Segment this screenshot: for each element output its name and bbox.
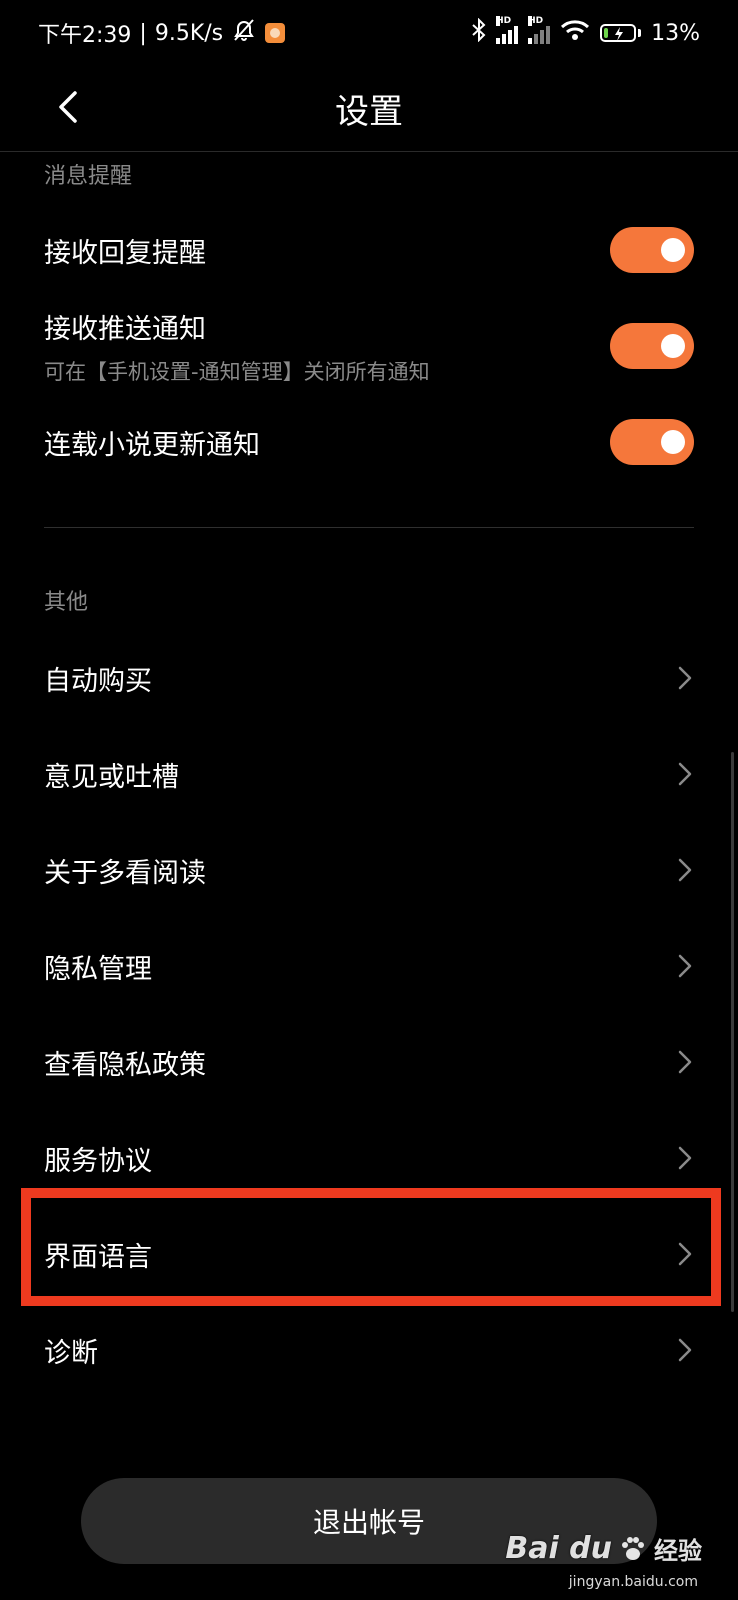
baidu-jingyan-watermark: Bai du 经验 xyxy=(505,1531,702,1566)
chevron-right-icon xyxy=(676,856,694,884)
setting-row-about[interactable]: 关于多看阅读 xyxy=(0,830,738,910)
row-label: 连载小说更新通知 xyxy=(44,429,260,461)
row-label: 查看隐私政策 xyxy=(44,1049,206,1081)
status-separator: | xyxy=(139,20,147,46)
toggle-knob xyxy=(661,238,685,262)
battery-tip xyxy=(638,29,642,37)
watermark-text: 经验 xyxy=(654,1537,702,1565)
wifi-icon xyxy=(560,19,590,47)
row-label: 服务协议 xyxy=(44,1145,152,1177)
watermark-url: jingyan.baidu.com xyxy=(568,1574,698,1590)
status-time: 下午2:39 xyxy=(38,23,132,48)
setting-row-push-notify: 接收推送通知 可在【手机设置-通知管理】关闭所有通知 xyxy=(0,306,738,386)
mute-alarm-icon xyxy=(231,18,257,48)
signal-2-hd-label: HD xyxy=(528,16,544,26)
row-sublabel: 可在【手机设置-通知管理】关闭所有通知 xyxy=(44,359,430,384)
chevron-right-icon xyxy=(676,1144,694,1172)
chevron-right-icon xyxy=(676,1336,694,1364)
row-label: 接收回复提醒 xyxy=(44,237,206,269)
setting-row-auto-buy[interactable]: 自动购买 xyxy=(0,638,738,718)
signal-1-icon: HD xyxy=(496,16,519,44)
section-divider xyxy=(44,527,694,528)
setting-row-feedback[interactable]: 意见或吐槽 xyxy=(0,734,738,814)
scrollbar-thumb[interactable] xyxy=(731,752,734,1312)
row-label: 接收推送通知 xyxy=(44,313,206,345)
chevron-right-icon xyxy=(676,1048,694,1076)
section-label-other: 其他 xyxy=(44,590,89,615)
watermark-brand: Bai du xyxy=(505,1531,612,1566)
setting-row-privacy-manage[interactable]: 隐私管理 xyxy=(0,926,738,1006)
status-left: 下午2:39 | 9.5K/s xyxy=(38,17,286,49)
row-label: 诊断 xyxy=(44,1337,98,1369)
status-bar: 下午2:39 | 9.5K/s HD HD 13% xyxy=(0,0,738,66)
toggle-knob xyxy=(661,334,685,358)
paw-logo-icon xyxy=(618,1534,648,1564)
signal-2-icon: HD xyxy=(528,16,551,44)
setting-row-serial-update: 连载小说更新通知 xyxy=(0,414,738,470)
row-label: 关于多看阅读 xyxy=(44,857,206,889)
status-right: HD HD 13% xyxy=(472,16,700,48)
battery-icon xyxy=(600,24,642,42)
row-label: 自动购买 xyxy=(44,665,152,697)
setting-row-privacy-policy[interactable]: 查看隐私政策 xyxy=(0,1022,738,1102)
battery-body xyxy=(600,24,637,42)
toggle-push-notify[interactable] xyxy=(610,323,694,369)
setting-row-reply-reminder: 接收回复提醒 xyxy=(0,222,738,278)
bluetooth-icon xyxy=(472,17,486,48)
row-label: 隐私管理 xyxy=(44,953,152,985)
signal-1-hd-label: HD xyxy=(496,16,512,26)
battery-percent: 13% xyxy=(651,20,700,46)
setting-row-diagnose[interactable]: 诊断 xyxy=(0,1310,738,1390)
app-notification-icon xyxy=(265,23,286,43)
status-net-speed: 9.5K/s xyxy=(154,20,224,46)
setting-row-service-agreement[interactable]: 服务协议 xyxy=(0,1118,738,1198)
chevron-right-icon xyxy=(676,760,694,788)
nav-bar: 设置 xyxy=(0,66,738,152)
toggle-knob xyxy=(661,430,685,454)
row-label: 意见或吐槽 xyxy=(44,761,179,793)
chevron-right-icon xyxy=(676,664,694,692)
highlight-annotation-box xyxy=(21,1188,721,1306)
battery-fill xyxy=(604,28,609,38)
toggle-reply-reminder[interactable] xyxy=(610,227,694,273)
chevron-right-icon xyxy=(676,952,694,980)
section-label-notify: 消息提醒 xyxy=(44,164,133,189)
page-title: 设置 xyxy=(335,92,403,132)
toggle-serial-update[interactable] xyxy=(610,419,694,465)
